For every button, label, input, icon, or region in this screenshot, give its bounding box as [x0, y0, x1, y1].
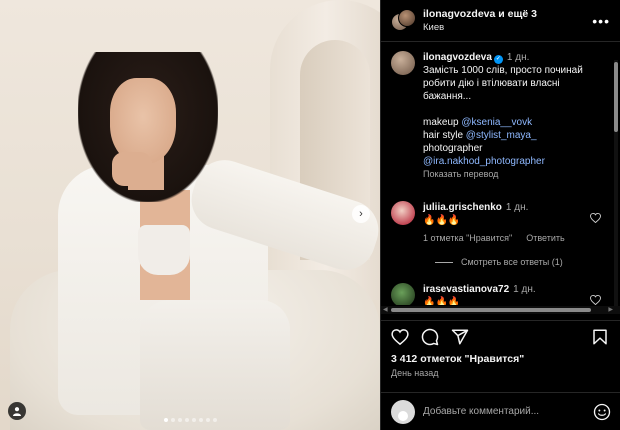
divider: [435, 261, 453, 263]
heart-icon[interactable]: [590, 213, 601, 223]
emoji-icon[interactable]: [593, 403, 611, 421]
comment-button[interactable]: [421, 328, 439, 346]
caption: ilonagvozdeva ✓ 1 дн. Замість 1000 слів, п…: [391, 51, 603, 181]
avatar: [391, 399, 415, 424]
send-icon: [451, 329, 469, 344]
face: [110, 78, 176, 164]
carousel-dot: [191, 418, 196, 422]
header-text: ilonagvozdeva и ещё 3 Киев: [423, 8, 592, 33]
hand-under-chin: [112, 152, 152, 186]
lace-bralette: [138, 225, 190, 275]
carousel-dot: [184, 418, 189, 422]
tagged-users-button[interactable]: [8, 402, 26, 420]
header-location[interactable]: Киев: [423, 22, 592, 33]
header-username[interactable]: ilonagvozdeva и ещё 3: [423, 8, 592, 20]
heart-icon: [391, 328, 409, 345]
carousel-dot: [177, 418, 182, 422]
comment-username[interactable]: irasevastianova72: [423, 284, 509, 295]
carousel-dot: [170, 418, 175, 422]
comments-list[interactable]: ilonagvozdeva ✓ 1 дн. Замість 1000 слів, п…: [381, 43, 613, 305]
caption-username[interactable]: ilonagvozdeva: [423, 52, 492, 63]
comment-meta: 1 отметка "Нравится" Ответить: [423, 232, 603, 245]
caption-time: 1 дн.: [506, 52, 530, 63]
add-comment-bar: [381, 392, 620, 430]
likes-count[interactable]: 3 412 отметок "Нравится": [391, 353, 524, 365]
post-photo[interactable]: ›: [0, 0, 380, 430]
avatar[interactable]: [391, 51, 415, 75]
share-button[interactable]: [451, 328, 469, 346]
comment-text: 🔥🔥🔥: [423, 215, 461, 226]
comment-time: 1 дн.: [513, 284, 536, 295]
reply-button[interactable]: Ответить: [526, 232, 564, 245]
caption-text: Замість 1000 слів, просто починай робити…: [423, 65, 583, 102]
makeup-link[interactable]: @ksenia__vovk: [461, 117, 532, 128]
comment-body: juliia.grischenko 1 дн. 🔥🔥🔥 1 отметка "Нр…: [423, 201, 603, 245]
save-button[interactable]: [591, 328, 609, 346]
verified-icon: ✓: [493, 55, 503, 64]
comment-item: juliia.grischenko 1 дн. 🔥🔥🔥 1 отметка "Нр…: [391, 201, 603, 245]
makeup-label: makeup: [423, 117, 459, 128]
avatar[interactable]: [391, 283, 415, 305]
comment-body: irasevastianova72 1 дн. 🔥🔥🔥: [423, 283, 603, 305]
hair-link[interactable]: @stylist_maya_: [466, 130, 537, 141]
hair-label: hair style: [423, 130, 464, 141]
comment-item: irasevastianova72 1 дн. 🔥🔥🔥: [391, 283, 603, 305]
scroll-left-icon[interactable]: ◀: [383, 306, 388, 314]
action-bar: [381, 320, 620, 352]
view-replies-label[interactable]: Смотреть все ответы (1): [461, 257, 563, 267]
photographer-label: photographer: [423, 143, 483, 154]
like-button[interactable]: [391, 328, 409, 346]
heart-icon[interactable]: [590, 295, 601, 305]
user-icon: [13, 407, 21, 416]
collab-avatars[interactable]: [391, 8, 416, 33]
bookmark-icon: [593, 329, 607, 344]
post-header: ilonagvozdeva и ещё 3 Киев •••: [381, 0, 620, 42]
comment-username[interactable]: juliia.grischenko: [423, 202, 502, 213]
carousel-dot: [198, 418, 203, 422]
view-replies[interactable]: Смотреть все ответы (1): [435, 257, 603, 267]
post-side-panel: ilonagvozdeva и ещё 3 Киев ••• ilonagvoz…: [380, 0, 620, 430]
comment-text: 🔥🔥🔥: [423, 297, 461, 305]
next-slide-button[interactable]: ›: [352, 205, 370, 223]
carousel-dot: [163, 418, 168, 422]
carousel-dots: [0, 418, 380, 422]
photographer-link[interactable]: @ira.nakhod_photographer: [423, 155, 603, 168]
comment-likes[interactable]: 1 отметка "Нравится": [423, 232, 512, 245]
comment-input[interactable]: [423, 406, 593, 417]
horizontal-scrollbar[interactable]: ◀ ▶: [381, 306, 620, 314]
scroll-right-icon[interactable]: ▶: [608, 306, 613, 314]
comment-icon: [421, 328, 439, 345]
translate-link[interactable]: Показать перевод: [423, 168, 603, 181]
comment-time: 1 дн.: [505, 202, 529, 213]
avatar[interactable]: [391, 201, 415, 225]
post-date[interactable]: День назад: [391, 368, 439, 378]
scrollbar-thumb[interactable]: [614, 62, 618, 132]
more-horizontal-icon[interactable]: •••: [592, 13, 610, 29]
white-trousers: [140, 300, 290, 430]
caption-body: ilonagvozdeva ✓ 1 дн. Замість 1000 слів, п…: [423, 51, 603, 181]
scrollbar-thumb[interactable]: [391, 308, 591, 312]
post-modal: › ilonagvozdeva и ещё 3 Киев ••• ilonagv…: [0, 0, 620, 430]
carousel-dot: [205, 418, 210, 422]
avatar: [398, 8, 416, 27]
carousel-dot: [212, 418, 217, 422]
